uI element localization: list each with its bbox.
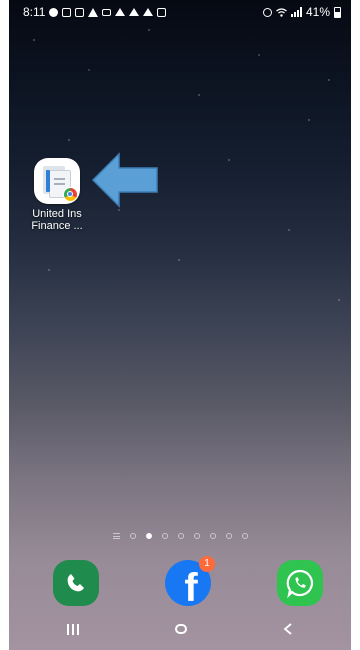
recent-apps-icon[interactable] bbox=[67, 623, 79, 635]
whatsapp-icon bbox=[286, 569, 314, 598]
signal-icon bbox=[290, 7, 302, 17]
phone-app[interactable] bbox=[53, 560, 99, 606]
document-line bbox=[54, 178, 65, 180]
page-dot[interactable] bbox=[241, 533, 248, 539]
page-dot[interactable] bbox=[177, 533, 184, 539]
app-label: United Ins Finance ... bbox=[19, 208, 95, 232]
gallery-icon bbox=[75, 7, 85, 17]
recent-bar bbox=[77, 623, 79, 635]
page-indicator[interactable] bbox=[9, 533, 351, 539]
page-dot[interactable] bbox=[225, 533, 232, 539]
page-menu-icon[interactable] bbox=[112, 533, 120, 539]
page-dot[interactable] bbox=[209, 533, 216, 539]
page-dot[interactable] bbox=[129, 533, 136, 539]
page-dot[interactable] bbox=[193, 533, 200, 539]
app-label-line1: United Ins bbox=[32, 208, 82, 220]
arrow-left-icon bbox=[91, 152, 158, 208]
recent-bar bbox=[72, 623, 74, 635]
phone-icon bbox=[67, 574, 84, 592]
recent-bar bbox=[67, 623, 69, 635]
wifi-icon bbox=[276, 7, 287, 17]
status-bar: 8:11 41% bbox=[9, 0, 351, 24]
download-icon bbox=[157, 7, 167, 17]
hiker-icon bbox=[129, 8, 140, 16]
status-time: 8:11 bbox=[23, 5, 46, 19]
status-left: 8:11 bbox=[23, 5, 167, 19]
notification-icon bbox=[49, 7, 59, 17]
document-icon[interactable] bbox=[34, 158, 80, 204]
facebook-icon: f bbox=[184, 566, 198, 610]
chrome-icon bbox=[63, 187, 78, 202]
notification-icon bbox=[62, 7, 72, 17]
battery-percent: 41% bbox=[305, 5, 330, 19]
phone-screen: 8:11 41% United Ins Finance ... f 1 bbox=[9, 0, 351, 650]
hiker-icon bbox=[115, 8, 126, 16]
navigation-bar bbox=[9, 608, 351, 650]
app-label-line2: Finance ... bbox=[31, 220, 83, 232]
whatsapp-app[interactable] bbox=[277, 560, 323, 606]
document-bar bbox=[46, 170, 50, 192]
alert-icon bbox=[88, 7, 99, 17]
mail-icon bbox=[102, 8, 112, 16]
status-right: 41% bbox=[262, 5, 341, 19]
alarm-icon bbox=[262, 7, 272, 17]
back-icon[interactable] bbox=[283, 623, 293, 635]
notification-badge: 1 bbox=[199, 556, 215, 572]
home-app-shortcut[interactable]: United Ins Finance ... bbox=[19, 158, 95, 232]
hiker-icon bbox=[143, 8, 154, 16]
dock: f 1 bbox=[9, 556, 351, 610]
home-icon[interactable] bbox=[175, 624, 187, 634]
page-dot[interactable] bbox=[161, 533, 168, 539]
page-dot-active[interactable] bbox=[145, 533, 152, 539]
facebook-app[interactable]: f 1 bbox=[165, 556, 215, 610]
battery-icon bbox=[334, 6, 341, 18]
document-line bbox=[54, 183, 65, 185]
